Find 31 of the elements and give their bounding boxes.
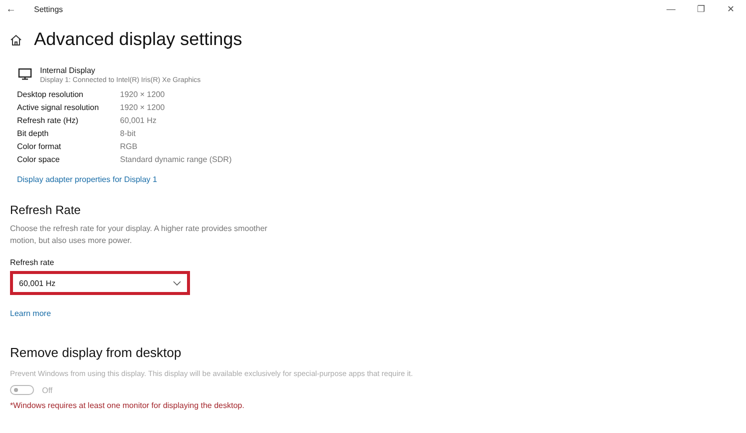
- close-button[interactable]: ✕: [716, 4, 746, 14]
- back-button[interactable]: ←: [0, 4, 22, 14]
- property-label: Refresh rate (Hz): [17, 116, 80, 125]
- property-label: Active signal resolution: [17, 103, 100, 112]
- minimize-button[interactable]: —: [656, 4, 686, 14]
- property-value: 60,001 Hz: [120, 116, 158, 125]
- warning-text: *Windows requires at least one monitor for displaying the desktop.: [10, 401, 246, 410]
- page-title: Advanced display settings: [34, 29, 242, 50]
- section-heading: Remove display from desktop: [10, 345, 182, 360]
- window-title: Settings: [34, 4, 63, 14]
- monitor-icon: [18, 68, 32, 80]
- home-icon[interactable]: [10, 34, 22, 46]
- section-heading: Refresh Rate: [10, 203, 82, 217]
- property-value: RGB: [120, 142, 138, 151]
- chevron-icon: [173, 280, 181, 286]
- property-label: Color space: [17, 155, 61, 164]
- toggle-label: Off: [42, 386, 53, 394]
- property-label: Bit depth: [17, 129, 50, 138]
- learn-more-link[interactable]: Learn more: [10, 309, 51, 318]
- property-value: 1920 × 1200: [120, 103, 166, 112]
- property-label: Desktop resolution: [17, 90, 84, 99]
- property-value: 8-bit: [120, 129, 137, 138]
- refresh-rate-dropdown[interactable]: 60,001 Hz: [10, 271, 190, 295]
- adapter-properties-link[interactable]: Display adapter properties for Display 1: [17, 175, 158, 184]
- property-value: Standard dynamic range (SDR): [120, 155, 232, 164]
- property-label: Color format: [17, 142, 62, 151]
- maximize-button[interactable]: ❐: [686, 4, 716, 14]
- display-name: Internal Display: [40, 66, 96, 75]
- field-label: Refresh rate: [10, 258, 56, 267]
- property-value: 1920 × 1200: [120, 90, 166, 99]
- section-description: Choose the refresh rate for your display. A higher rate provides smoother motion, but also uses more power.: [10, 223, 268, 247]
